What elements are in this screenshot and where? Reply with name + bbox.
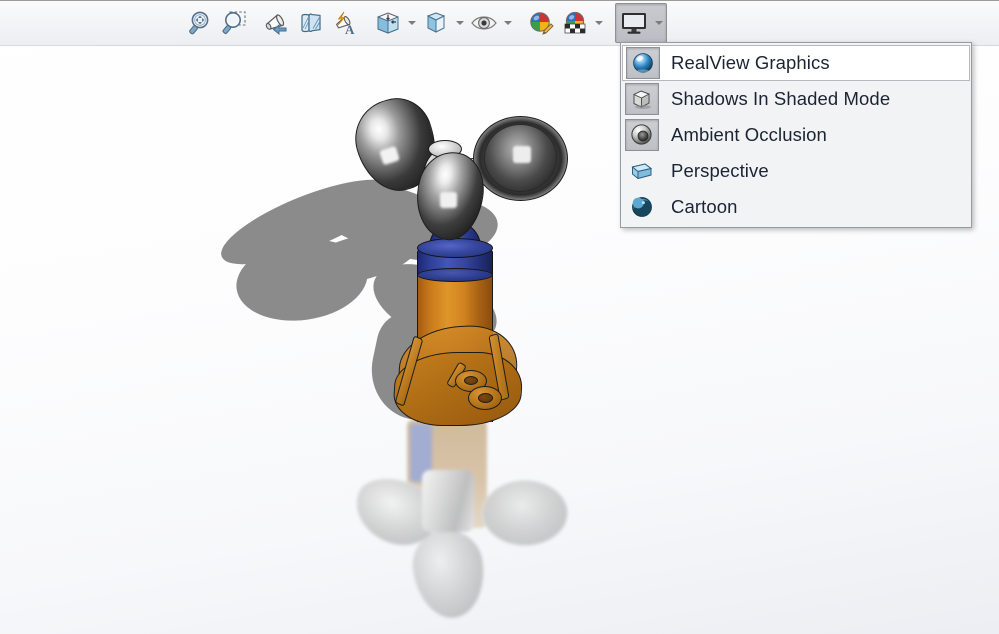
apply-scene-icon	[564, 11, 586, 34]
view-heads-up-toolbar[interactable]: A	[0, 0, 999, 46]
zoom-to-area-button[interactable]	[217, 5, 251, 41]
visibility-toggle-caret[interactable]	[501, 5, 515, 41]
highlight-cup-front	[440, 192, 457, 208]
part-cap-blue	[417, 238, 493, 258]
view-settings-group[interactable]	[615, 3, 667, 43]
display-style-icon	[377, 12, 399, 34]
realview-graphics-icon-box	[626, 47, 660, 79]
shadow-cube-icon	[633, 90, 651, 109]
view-settings-caret[interactable]	[652, 5, 666, 41]
cartoon-sphere-icon	[632, 197, 652, 217]
visibility-toggle-button[interactable]	[467, 5, 501, 41]
hide-show-items-icon	[426, 12, 446, 33]
part-boss-hole-upper	[464, 376, 478, 385]
ambient-occlusion-icon-box	[625, 119, 659, 151]
edit-appearance-icon	[530, 12, 554, 35]
display-style-button[interactable]	[371, 5, 405, 41]
svg-text:A: A	[345, 22, 355, 36]
perspective-wedge-icon	[631, 163, 653, 180]
zoom-to-area-icon	[222, 11, 246, 34]
edit-appearance-button[interactable]	[524, 5, 558, 41]
realview-sphere-icon	[633, 53, 653, 73]
shadows-icon-box	[625, 83, 659, 115]
view-orientation-icon: A	[335, 11, 355, 36]
menu-item-label: Cartoon	[671, 196, 738, 217]
chevron-down-icon	[595, 21, 603, 25]
menu-item-label: Shadows In Shaded Mode	[671, 88, 891, 109]
menu-item-perspective[interactable]: Perspective	[623, 153, 969, 189]
apply-scene-caret[interactable]	[592, 5, 606, 41]
application-window: A RealView Graphics Shadows In Shaded Mo…	[0, 0, 999, 634]
view-orientation-button[interactable]: A	[328, 5, 362, 41]
hide-show-items-button[interactable]	[419, 5, 453, 41]
section-view-icon	[301, 13, 321, 33]
highlight-cup-right	[513, 146, 531, 163]
view-settings-menu[interactable]: RealView Graphics Shadows In Shaded Mode	[620, 42, 972, 228]
menu-item-ambient-occlusion[interactable]: Ambient Occlusion	[623, 117, 969, 153]
view-settings-button[interactable]	[616, 4, 652, 42]
part-boss-hole-lower	[478, 393, 493, 403]
section-view-button[interactable]	[294, 5, 328, 41]
zoom-to-fit-icon	[189, 11, 209, 35]
menu-item-label: RealView Graphics	[671, 52, 830, 73]
menu-item-label: Perspective	[671, 160, 769, 181]
apply-scene-button[interactable]	[558, 5, 592, 41]
menu-item-realview-graphics[interactable]: RealView Graphics	[622, 45, 970, 81]
ambient-occlusion-icon	[631, 124, 652, 145]
chevron-down-icon	[504, 21, 512, 25]
view-settings-monitor-icon	[622, 13, 646, 34]
chevron-down-icon	[655, 21, 663, 25]
zoom-to-fit-button[interactable]	[183, 5, 217, 41]
chevron-down-icon	[408, 21, 416, 25]
eye-icon	[471, 16, 497, 30]
hide-show-items-caret[interactable]	[453, 5, 467, 41]
cartoon-icon-box	[625, 191, 659, 223]
menu-item-cartoon[interactable]: Cartoon	[623, 189, 969, 225]
previous-view-button[interactable]	[260, 5, 294, 41]
previous-view-icon	[265, 14, 286, 36]
part-collar-seam	[417, 268, 493, 282]
chevron-down-icon	[456, 21, 464, 25]
perspective-icon-box	[625, 155, 659, 187]
menu-item-shadows-in-shaded-mode[interactable]: Shadows In Shaded Mode	[623, 81, 969, 117]
menu-item-label: Ambient Occlusion	[671, 124, 827, 145]
display-style-caret[interactable]	[405, 5, 419, 41]
